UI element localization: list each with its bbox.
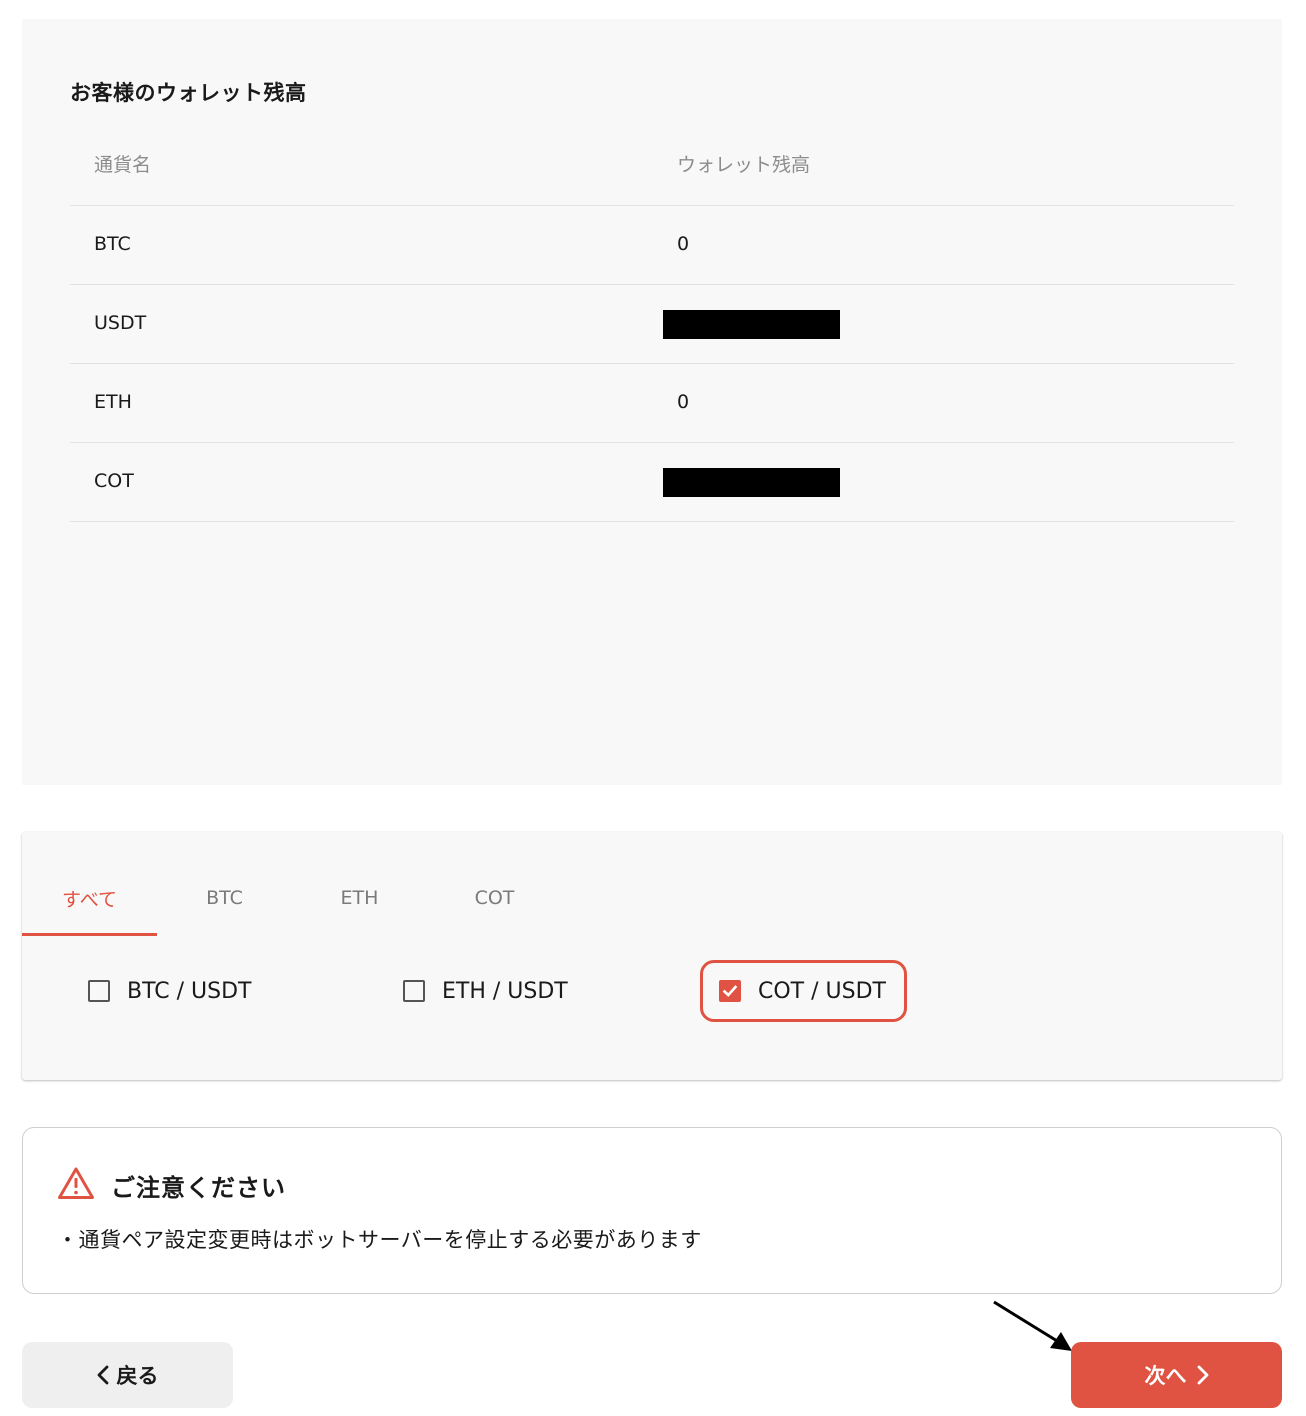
next-button-label: 次へ (1144, 1364, 1187, 1388)
tab-all[interactable]: すべて (22, 866, 157, 936)
wallet-balance-title: お客様のウォレット残高 (70, 81, 307, 105)
table-header-row: 通貨名 ウォレット残高 (70, 126, 1234, 206)
chevron-left-icon (97, 1365, 108, 1385)
currency-name: COT (94, 470, 134, 492)
checkbox[interactable] (88, 980, 110, 1002)
notice-title: ご注意ください (111, 1173, 286, 1202)
redacted-balance (663, 310, 840, 339)
check-icon (722, 985, 738, 997)
checkbox[interactable] (403, 980, 425, 1002)
wallet-balance-table: 通貨名 ウォレット残高 BTC 0 USDT ETH 0 COT (70, 126, 1234, 522)
table-row: BTC 0 (70, 206, 1234, 285)
currency-column-header: 通貨名 (94, 154, 152, 176)
pair-option-cot-usdt[interactable]: COT / USDT (700, 960, 907, 1022)
balance-value: 0 (677, 233, 690, 255)
balance-value: 0 (677, 391, 690, 413)
table-row: COT (70, 443, 1234, 522)
chevron-right-icon (1197, 1365, 1208, 1385)
notice-box: ご注意ください ・通貨ペア設定変更時はボットサーバーを停止する必要があります (22, 1127, 1282, 1294)
table-row: ETH 0 (70, 364, 1234, 443)
pair-filter-tabs: すべて BTC ETH COT (22, 866, 562, 936)
wallet-balance-panel: お客様のウォレット残高 通貨名 ウォレット残高 BTC 0 USDT ETH 0… (22, 19, 1282, 785)
redacted-balance (663, 468, 840, 497)
tab-btc[interactable]: BTC (157, 866, 292, 936)
balance-column-header: ウォレット残高 (677, 154, 811, 176)
pair-option-btc-usdt[interactable]: BTC / USDT (88, 960, 251, 1022)
notice-header: ご注意ください (57, 1166, 286, 1204)
currency-name: USDT (94, 312, 147, 334)
back-button-label: 戻る (116, 1364, 159, 1388)
currency-pair-selector: すべて BTC ETH COT BTC / USDT ETH / USDT CO… (22, 832, 1282, 1080)
pair-option-label: ETH / USDT (442, 978, 568, 1004)
pair-option-eth-usdt[interactable]: ETH / USDT (403, 960, 568, 1022)
pair-option-label: COT / USDT (758, 978, 886, 1004)
table-row: USDT (70, 285, 1234, 364)
pair-option-label: BTC / USDT (127, 978, 252, 1004)
currency-name: BTC (94, 233, 131, 255)
next-button[interactable]: 次へ (1071, 1342, 1282, 1408)
warning-icon (57, 1166, 95, 1204)
tab-eth[interactable]: ETH (292, 866, 427, 936)
notice-body: ・通貨ペア設定変更時はボットサーバーを停止する必要があります (57, 1228, 702, 1252)
tab-cot[interactable]: COT (427, 866, 562, 936)
checkbox-checked[interactable] (719, 980, 741, 1002)
currency-name: ETH (94, 391, 132, 413)
annotation-arrow-icon (993, 1300, 1072, 1351)
back-button[interactable]: 戻る (22, 1342, 233, 1408)
